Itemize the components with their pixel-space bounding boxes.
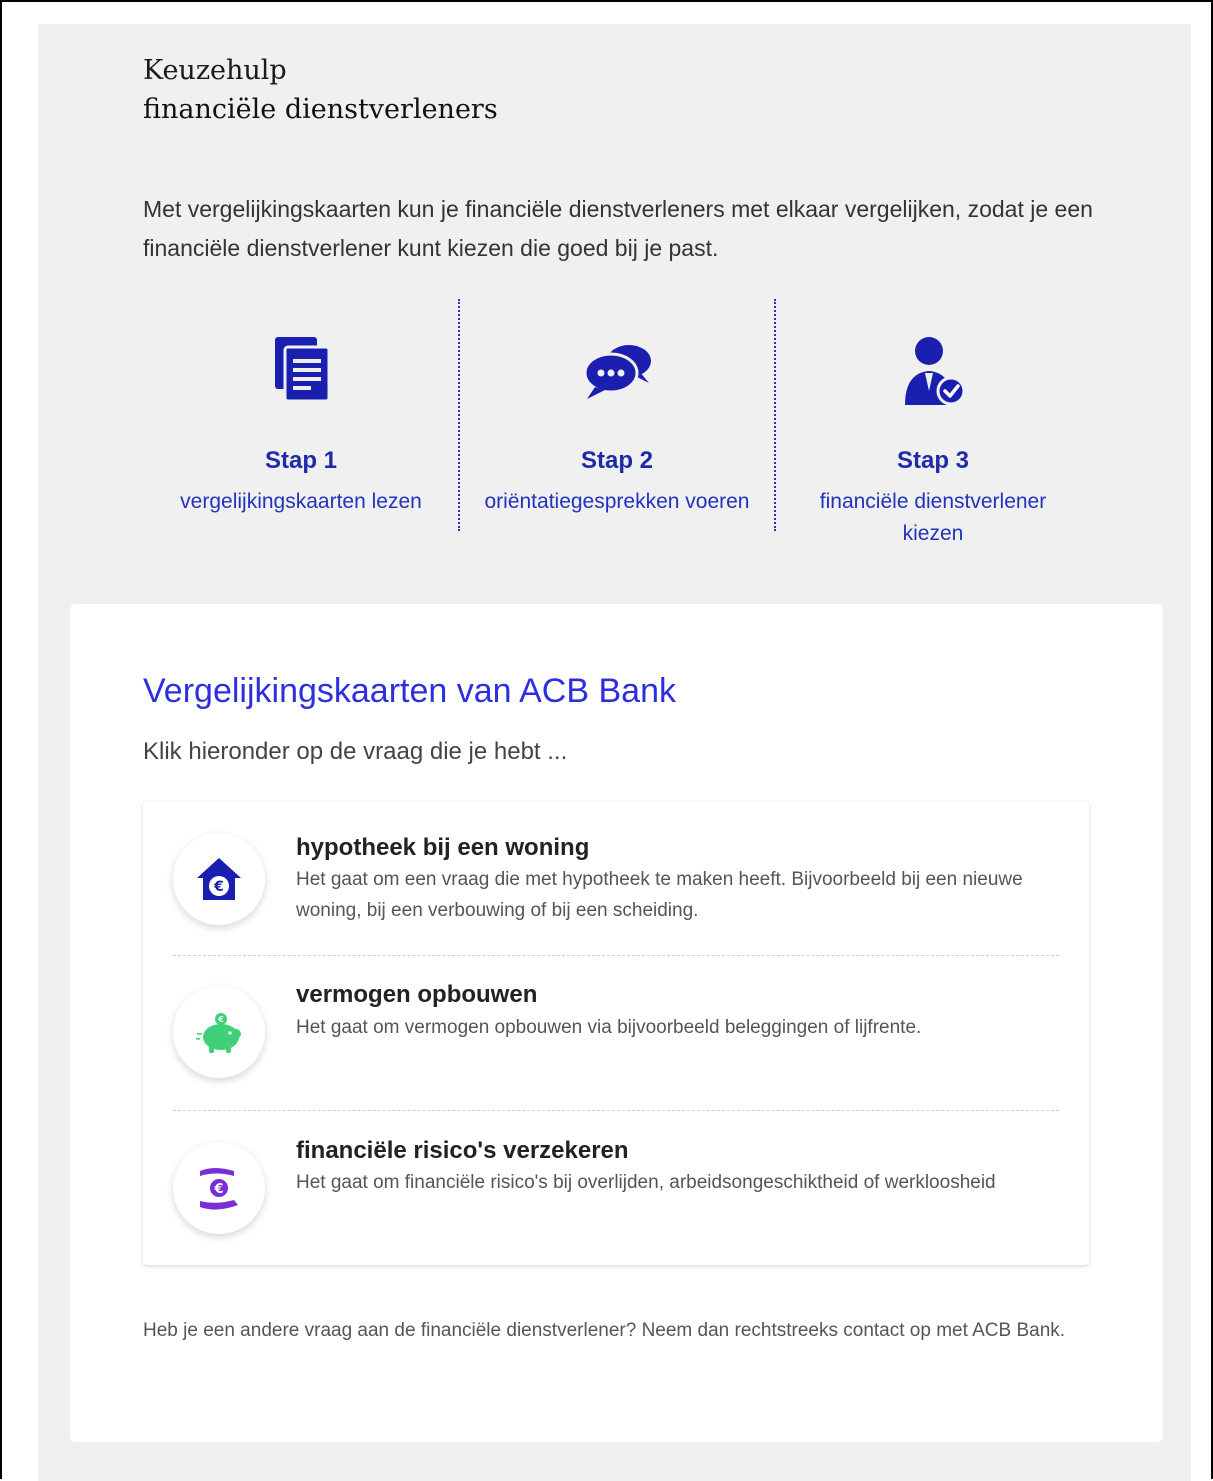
step-2: Stap 2 oriëntatiegesprekken voeren	[459, 299, 775, 531]
page-frame: Keuzehulp financiële dienstverleners Met…	[0, 0, 1213, 1481]
svg-text:€: €	[213, 879, 224, 895]
svg-text:€: €	[217, 1015, 224, 1024]
step-1-text: vergelijkingskaarten lezen	[180, 490, 422, 513]
icon-bubble: €	[173, 833, 265, 925]
item-title: hypotheek bij een woning	[296, 834, 590, 861]
item-title: financiële risico's verzekeren	[296, 1137, 629, 1164]
person-check-icon	[905, 337, 966, 406]
house-euro-icon: €	[197, 858, 241, 900]
content-panel: Keuzehulp financiële dienstverleners Met…	[38, 24, 1191, 1481]
list-item-vermogen[interactable]: € vermogen opbouwen Het gaat om vermogen…	[143, 956, 1089, 1110]
card-title: Vergelijkingskaarten van ACB Bank	[143, 672, 676, 710]
step-3-title: Stap 3	[896, 447, 970, 474]
icon-bubble: €	[173, 1142, 265, 1234]
step-1: Stap 1 vergelijkingskaarten lezen	[143, 299, 459, 531]
piggy-bank-icon: €	[196, 1013, 241, 1053]
step-2-text: oriëntatiegesprekken voeren	[484, 490, 750, 513]
documents-icon	[275, 337, 331, 403]
page-kicker: Keuzehulp	[143, 55, 287, 86]
chat-bubbles-icon	[583, 345, 651, 399]
question-list: € hypotheek bij een woning Het gaat om e…	[143, 802, 1089, 1265]
icon-bubble: €	[173, 986, 265, 1078]
item-description: Het gaat om financiële risico's bij over…	[296, 1172, 996, 1193]
steps-row: Stap 1 vergelijkingskaarten lezen Stap 2…	[143, 299, 1091, 545]
svg-text:€: €	[213, 1182, 223, 1197]
card-subtitle: Klik hieronder op de vraag die je hebt .…	[143, 738, 568, 765]
intro-text: Met vergelijkingskaarten kun je financië…	[143, 196, 1093, 261]
step-1-title: Stap 1	[264, 447, 338, 474]
item-description: Het gaat om een vraag die met hypotheek …	[296, 869, 1023, 921]
page-title: financiële dienstverleners	[143, 94, 498, 125]
hands-euro-icon: €	[200, 1168, 238, 1210]
step-2-title: Stap 2	[580, 447, 654, 474]
step-3-text: financiële dienstverlener kiezen	[819, 490, 1047, 545]
list-item-hypotheek[interactable]: € hypotheek bij een woning Het gaat om e…	[143, 802, 1089, 955]
item-title: vermogen opbouwen	[296, 981, 538, 1008]
item-description: Het gaat om vermogen opbouwen via bijvoo…	[296, 1017, 922, 1038]
footer-note: Heb je een andere vraag aan de financiël…	[143, 1320, 1066, 1341]
step-3: Stap 3 financiële dienstverlener kiezen	[775, 299, 1091, 545]
comparison-card: Vergelijkingskaarten van ACB Bank Klik h…	[70, 604, 1163, 1442]
list-item-risicos[interactable]: € financiële risico's verzekeren Het gaa…	[143, 1111, 1089, 1265]
